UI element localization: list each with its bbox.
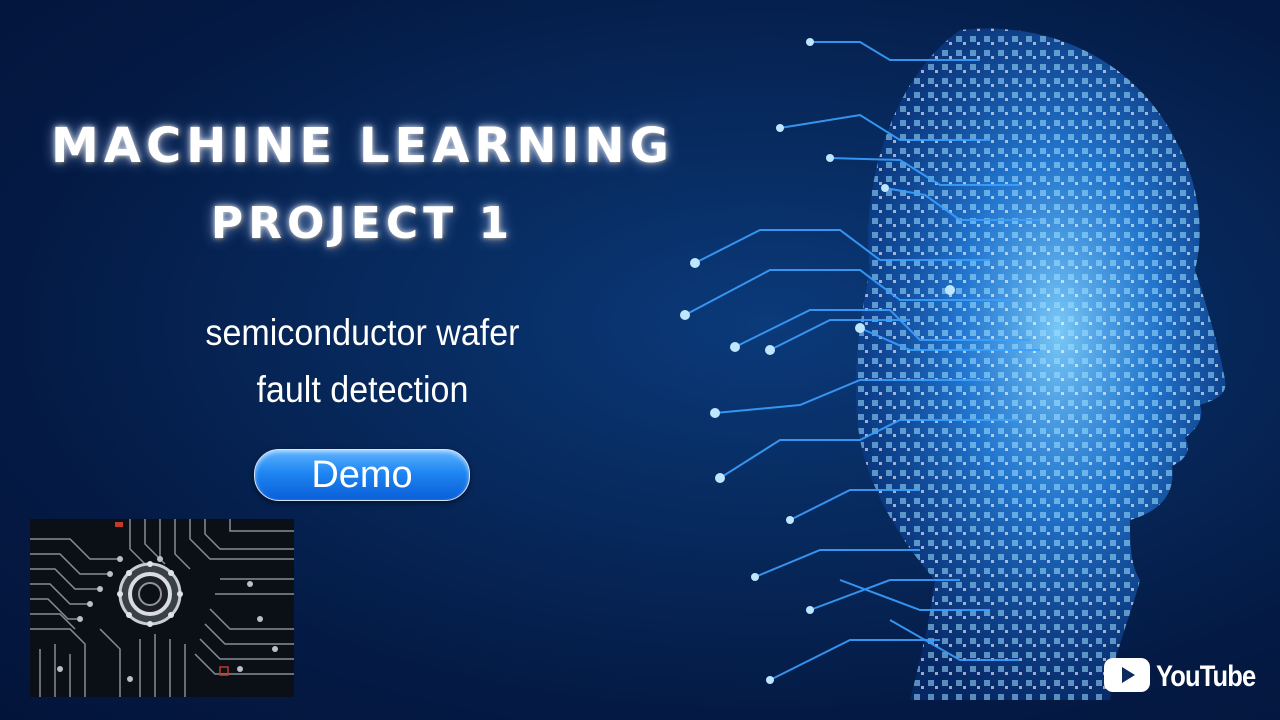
subtitle-line-1: semiconductor wafer xyxy=(205,312,520,353)
youtube-label: YouTube xyxy=(1156,660,1256,693)
demo-button[interactable]: Demo xyxy=(254,449,470,501)
title-line-1: MACHINE LEARNING xyxy=(51,118,674,174)
ai-head-illustration xyxy=(660,20,1280,701)
title-line-2: PROJECT 1 xyxy=(210,198,515,249)
subtitle-line-2: fault detection xyxy=(256,369,469,410)
youtube-logo[interactable]: YouTube xyxy=(1104,657,1273,697)
youtube-play-icon xyxy=(1104,657,1150,697)
circuit-board-image xyxy=(30,519,294,697)
